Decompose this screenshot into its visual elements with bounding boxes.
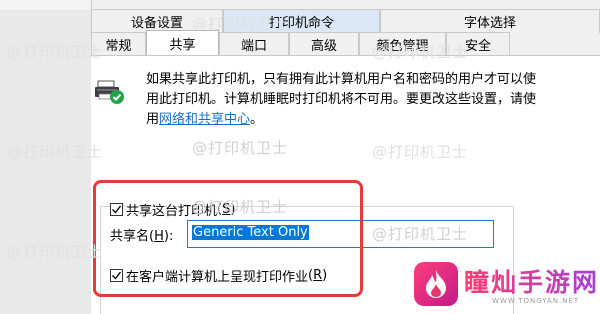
sharing-info-end: 。: [250, 112, 264, 127]
share-name-text: 共享名: [110, 229, 150, 244]
tab-sharing[interactable]: 共享: [146, 30, 219, 55]
flame-icon: [426, 270, 446, 298]
share-name-value[interactable]: Generic Text Only: [192, 225, 309, 240]
share-printer-hotkey: S: [222, 202, 231, 217]
tab-general[interactable]: 常规: [91, 32, 146, 55]
site-logo: 瞳灿手游网 WWW.TONGYAN.NET: [414, 262, 599, 312]
share-name-hotkey: H: [154, 229, 164, 244]
tab-row-lower: 常规 共享 端口 高级 颜色管理 安全: [91, 30, 600, 55]
watermark: @打印机卫士: [7, 43, 104, 61]
tab-color-management[interactable]: 颜色管理: [359, 32, 446, 55]
share-printer-checkbox[interactable]: 共享这台打印机(S): [110, 200, 235, 219]
share-name-label: 共享名(H):: [110, 225, 173, 244]
render-client-checkbox-box[interactable]: [110, 269, 123, 282]
render-client-hotkey-close: ): [322, 268, 328, 283]
network-sharing-center-link[interactable]: 网络和共享中心: [159, 112, 250, 127]
render-client-hotkey: R: [313, 268, 323, 283]
sharing-info-text: 如果共享此打印机，只有拥有此计算机用户名和密码的用户才可以使用此打印机。计算机睡…: [146, 70, 536, 130]
checkmark-icon: [112, 205, 122, 214]
logo-title: 瞳灿手游网: [464, 263, 599, 299]
logo-subtitle: WWW.TONGYAN.NET: [492, 297, 580, 305]
watermark: @打印机卫士: [7, 243, 104, 261]
share-printer-hotkey-close: ): [230, 202, 236, 217]
watermark: @打印机卫士: [7, 143, 104, 161]
render-client-checkbox[interactable]: 在客户端计算机上呈现打印作业(R): [110, 266, 327, 285]
tab-advanced[interactable]: 高级: [289, 32, 359, 55]
tab-security[interactable]: 安全: [446, 32, 510, 55]
share-name-input[interactable]: Generic Text Only: [187, 220, 494, 248]
share-printer-label: 共享这台打印机: [126, 204, 218, 219]
logo-badge: [414, 262, 458, 306]
checkmark-icon: [112, 271, 122, 280]
render-client-label: 在客户端计算机上呈现打印作业: [126, 270, 309, 285]
tab-font-selection[interactable]: 字体选择: [380, 9, 600, 33]
share-printer-checkbox-box[interactable]: [110, 203, 123, 216]
tab-ports[interactable]: 端口: [219, 32, 289, 55]
share-name-hotkey-close: ):: [163, 229, 174, 244]
shared-printer-icon: [95, 80, 124, 104]
tab-printer-commands[interactable]: 打印机命令: [223, 9, 380, 33]
